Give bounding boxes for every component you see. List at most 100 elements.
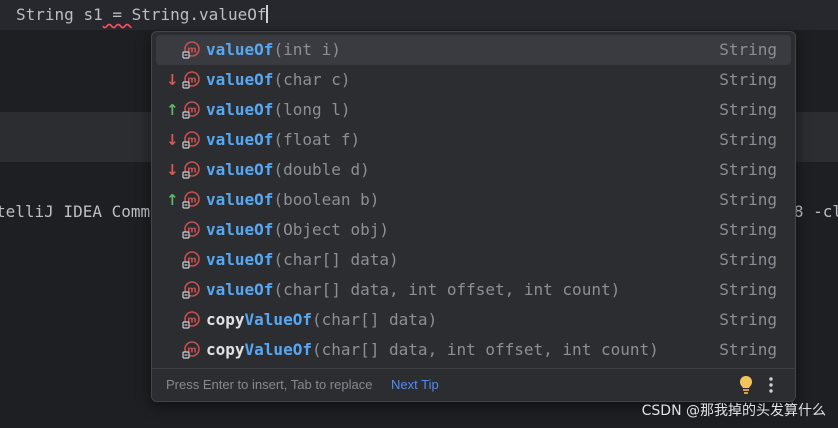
method-name-match: valueOf bbox=[206, 100, 274, 119]
completion-item-label: copyValueOf(char[] data, int offset, int… bbox=[206, 335, 659, 365]
code-line[interactable]: String s1 = String.valueOf bbox=[16, 4, 269, 26]
method-params: (char[] data, int offset, int count) bbox=[273, 280, 621, 299]
method-m-icon: m bbox=[182, 221, 200, 239]
code-prefix: String bbox=[16, 5, 84, 24]
console-line-text: telliJ IDEA Comm bbox=[0, 202, 151, 221]
completion-item-label: valueOf(boolean b) bbox=[206, 185, 379, 215]
method-params: (char[] data, int offset, int count) bbox=[311, 340, 659, 359]
completion-popup[interactable]: m valueOf(int i) String ↓ m valueOf(char c) St… bbox=[151, 31, 796, 402]
method-m-icon: m bbox=[182, 71, 200, 89]
method-name: valueOf bbox=[206, 40, 273, 59]
completion-item-label: valueOf(long l) bbox=[206, 95, 351, 125]
completion-item-label: valueOf(char[] data, int offset, int cou… bbox=[206, 275, 620, 305]
arrow-up-icon: ↑ bbox=[166, 101, 179, 119]
next-tip-link[interactable]: Next Tip bbox=[391, 377, 439, 392]
method-name-prefix: copy bbox=[206, 340, 245, 359]
method-name: valueOf bbox=[206, 280, 273, 299]
completion-item-label: valueOf(char c) bbox=[206, 65, 351, 95]
text-caret bbox=[266, 5, 269, 23]
method-name: valueOf bbox=[206, 100, 273, 119]
completion-item-label: valueOf(double d) bbox=[206, 155, 370, 185]
method-name: valueOf bbox=[206, 70, 273, 89]
code-call: String.valueOf bbox=[131, 5, 267, 24]
method-name-match: valueOf bbox=[206, 70, 274, 89]
method-m-icon: m bbox=[182, 341, 200, 359]
more-vertical-icon[interactable] bbox=[766, 375, 776, 395]
arrow-down-icon: ↓ bbox=[166, 131, 179, 149]
method-params: (int i) bbox=[273, 40, 341, 59]
method-name-match: valueOf bbox=[206, 160, 274, 179]
method-name-match: valueOf bbox=[206, 280, 274, 299]
method-name: copyValueOf bbox=[206, 340, 312, 359]
return-type: String bbox=[719, 100, 777, 119]
return-type: String bbox=[719, 250, 777, 269]
completion-item[interactable]: ↓ m valueOf(double d) String bbox=[156, 155, 791, 185]
method-m-icon: m bbox=[182, 161, 200, 179]
method-m-icon: m bbox=[182, 41, 200, 59]
completion-item-label: copyValueOf(char[] data) bbox=[206, 305, 437, 335]
method-name-prefix: copy bbox=[206, 310, 245, 329]
return-type: String bbox=[719, 280, 777, 299]
method-name: valueOf bbox=[206, 250, 273, 269]
completion-item-label: valueOf(float f) bbox=[206, 125, 360, 155]
footer-hint: Press Enter to insert, Tab to replace bbox=[166, 377, 373, 392]
method-m-icon: m bbox=[182, 191, 200, 209]
return-type: String bbox=[719, 310, 777, 329]
method-name-match: valueOf bbox=[206, 40, 274, 59]
completion-item[interactable]: m copyValueOf(char[] data) String bbox=[156, 305, 791, 335]
return-type: String bbox=[719, 130, 777, 149]
lightbulb-icon[interactable] bbox=[738, 375, 754, 395]
method-name: valueOf bbox=[206, 130, 273, 149]
return-type: String bbox=[719, 160, 777, 179]
completion-item-label: valueOf(int i) bbox=[206, 35, 341, 65]
method-m-icon: m bbox=[182, 131, 200, 149]
method-name-match: valueOf bbox=[206, 250, 274, 269]
method-name-match: valueOf bbox=[206, 190, 274, 209]
return-type: String bbox=[719, 70, 777, 89]
return-type: String bbox=[719, 40, 777, 59]
return-type: String bbox=[719, 190, 777, 209]
method-name-match: ValueOf bbox=[244, 340, 312, 359]
method-m-icon: m bbox=[182, 281, 200, 299]
method-params: (char c) bbox=[273, 70, 351, 89]
arrow-down-icon: ↓ bbox=[166, 161, 179, 179]
method-params: (float f) bbox=[273, 130, 361, 149]
method-params: (char[] data) bbox=[311, 310, 438, 329]
completion-item[interactable]: m valueOf(Object obj) String bbox=[156, 215, 791, 245]
method-params: (double d) bbox=[273, 160, 370, 179]
completion-item[interactable]: ↑ m valueOf(boolean b) String bbox=[156, 185, 791, 215]
completion-list[interactable]: m valueOf(int i) String ↓ m valueOf(char c) St… bbox=[152, 35, 795, 365]
return-type: String bbox=[719, 340, 777, 359]
method-name: valueOf bbox=[206, 160, 273, 179]
code-variable: s1 bbox=[83, 5, 103, 24]
completion-footer: Press Enter to insert, Tab to replace Ne… bbox=[152, 368, 795, 401]
completion-item-label: valueOf(Object obj) bbox=[206, 215, 389, 245]
method-name: valueOf bbox=[206, 190, 273, 209]
method-name: valueOf bbox=[206, 220, 273, 239]
method-params: (boolean b) bbox=[273, 190, 380, 209]
method-m-icon: m bbox=[182, 311, 200, 329]
method-params: (Object obj) bbox=[273, 220, 390, 239]
arrow-down-icon: ↓ bbox=[166, 71, 179, 89]
completion-item[interactable]: m valueOf(int i) String bbox=[156, 35, 791, 65]
arrow-up-icon: ↑ bbox=[166, 191, 179, 209]
completion-item[interactable]: m valueOf(char[] data) String bbox=[156, 245, 791, 275]
method-m-icon: m bbox=[182, 251, 200, 269]
method-params: (char[] data) bbox=[273, 250, 399, 269]
watermark: CSDN @那我掉的头发算什么 bbox=[641, 403, 826, 419]
method-name-match: valueOf bbox=[206, 220, 274, 239]
method-name-match: valueOf bbox=[206, 130, 274, 149]
completion-item-label: valueOf(char[] data) bbox=[206, 245, 399, 275]
method-m-icon: m bbox=[182, 101, 200, 119]
return-type: String bbox=[719, 220, 777, 239]
method-name-match: ValueOf bbox=[244, 310, 312, 329]
completion-item[interactable]: ↑ m valueOf(long l) String bbox=[156, 95, 791, 125]
completion-item[interactable]: m valueOf(char[] data, int offset, int co… bbox=[156, 275, 791, 305]
console-line-tail: 8 -cl bbox=[793, 202, 838, 221]
completion-item[interactable]: ↓ m valueOf(char c) String bbox=[156, 65, 791, 95]
code-assign: = bbox=[102, 5, 132, 24]
completion-item[interactable]: ↓ m valueOf(float f) String bbox=[156, 125, 791, 155]
method-name: copyValueOf bbox=[206, 310, 312, 329]
completion-item[interactable]: m copyValueOf(char[] data, int offset, in… bbox=[156, 335, 791, 365]
method-params: (long l) bbox=[273, 100, 351, 119]
